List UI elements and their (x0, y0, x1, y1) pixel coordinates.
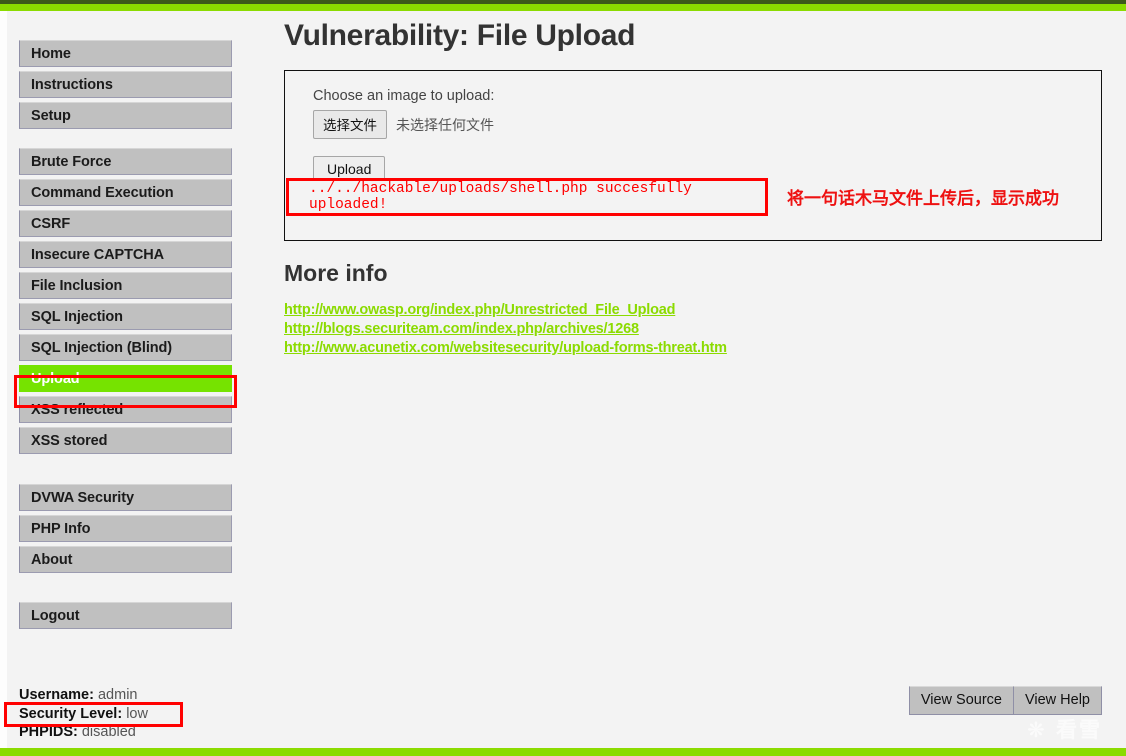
upload-success-box: ../../hackable/uploads/shell.php succesf… (286, 178, 768, 216)
sidebar-item-label: Instructions (31, 76, 113, 93)
sidebar-item-label: About (31, 551, 73, 568)
sidebar-item-label: SQL Injection (Blind) (31, 339, 173, 356)
sidebar-item-about[interactable]: About (19, 546, 232, 573)
sidebar-group-main: Home Instructions Setup (19, 40, 232, 129)
watermark-kanxue: ❋ 看雪 (1027, 718, 1102, 742)
sidebar-item-label: File Inclusion (31, 277, 123, 294)
footer-buttons: View Source View Help (908, 686, 1102, 715)
sidebar-item-label: Command Execution (31, 184, 174, 201)
status-phpids-value: disabled (81, 724, 136, 740)
sidebar-item-home[interactable]: Home (19, 40, 232, 67)
dvwa-file-upload-page: { "theme": { "bar_green": "#8bdb00", "ba… (0, 0, 1126, 756)
sidebar-item-csrf[interactable]: CSRF (19, 210, 232, 237)
bottom-green-bar (0, 748, 1126, 756)
sidebar-item-label: XSS stored (31, 432, 108, 449)
sidebar-item-instructions[interactable]: Instructions (19, 71, 232, 98)
sidebar-item-file-inclusion[interactable]: File Inclusion (19, 272, 232, 299)
sidebar-nav: Home Instructions Setup Brute Force Comm… (19, 40, 232, 648)
more-info-links: http://www.owasp.org/index.php/Unrestric… (284, 301, 1102, 358)
more-info-link-securiteam[interactable]: http://blogs.securiteam.com/index.php/ar… (284, 320, 1102, 339)
choose-file-button[interactable]: 选择文件 (313, 110, 387, 139)
sidebar-group-session: Logout (19, 602, 232, 629)
sidebar-item-insecure-captcha[interactable]: Insecure CAPTCHA (19, 241, 232, 268)
sidebar-item-label: CSRF (31, 215, 71, 232)
sidebar-item-command-execution[interactable]: Command Execution (19, 179, 232, 206)
sidebar-item-brute-force[interactable]: Brute Force (19, 148, 232, 175)
sidebar-item-label: Brute Force (31, 153, 112, 170)
sidebar-item-php-info[interactable]: PHP Info (19, 515, 232, 542)
choose-image-label: Choose an image to upload: (313, 88, 495, 104)
file-selection-status: 未选择任何文件 (396, 117, 494, 134)
top-green-bar (0, 4, 1126, 11)
status-username-row: Username: admin (19, 686, 148, 705)
status-username-key: Username: (19, 687, 94, 703)
sidebar-group-tools: DVWA Security PHP Info About (19, 484, 232, 573)
sidebar-item-label: Upload (31, 370, 80, 387)
sidebar-item-label: Setup (31, 107, 71, 124)
annotation-note-chinese: 将一句话木马文件上传后，显示成功 (787, 189, 1059, 209)
more-info-title: More info (284, 260, 388, 286)
more-info-link-owasp[interactable]: http://www.owasp.org/index.php/Unrestric… (284, 301, 1102, 320)
sidebar-item-label: XSS reflected (31, 401, 124, 418)
status-security-row: Security Level: low (19, 705, 148, 724)
sidebar-item-sql-injection-blind[interactable]: SQL Injection (Blind) (19, 334, 232, 361)
sidebar-item-label: DVWA Security (31, 489, 134, 506)
status-username-value: admin (97, 687, 138, 703)
upload-panel: Choose an image to upload: 选择文件 未选择任何文件 … (284, 70, 1102, 241)
left-edge-strip (0, 11, 7, 748)
status-phpids-key: PHPIDS: (19, 724, 78, 740)
sidebar-item-xss-reflected[interactable]: XSS reflected (19, 396, 232, 423)
status-security-value: low (126, 705, 148, 722)
view-source-button[interactable]: View Source (908, 686, 1014, 715)
view-help-button[interactable]: View Help (1013, 686, 1102, 715)
sidebar-item-logout[interactable]: Logout (19, 602, 232, 629)
upload-success-message: ../../hackable/uploads/shell.php succesf… (309, 181, 692, 213)
page-title: Vulnerability: File Upload (284, 19, 636, 52)
sidebar-item-upload[interactable]: Upload (19, 365, 232, 392)
status-security-key: Security Level: (19, 705, 123, 722)
sidebar-item-dvwa-security[interactable]: DVWA Security (19, 484, 232, 511)
sidebar-item-sql-injection[interactable]: SQL Injection (19, 303, 232, 330)
main-content: Vulnerability: File Upload Choose an ima… (284, 19, 1102, 358)
session-status: Username: admin Security Level: low PHPI… (19, 686, 148, 742)
sidebar-item-setup[interactable]: Setup (19, 102, 232, 129)
sidebar-item-label: Logout (31, 607, 80, 624)
sidebar-item-label: PHP Info (31, 520, 91, 537)
sidebar-item-label: SQL Injection (31, 308, 123, 325)
more-info-link-acunetix[interactable]: http://www.acunetix.com/websitesecurity/… (284, 339, 1102, 358)
sidebar-item-xss-stored[interactable]: XSS stored (19, 427, 232, 454)
file-input-row: 选择文件 未选择任何文件 (313, 110, 1101, 139)
sidebar-item-label: Insecure CAPTCHA (31, 246, 164, 263)
sidebar-group-vulnerabilities: Brute Force Command Execution CSRF Insec… (19, 148, 232, 454)
status-phpids-row: PHPIDS: disabled (19, 723, 148, 742)
sidebar-item-label: Home (31, 45, 71, 62)
